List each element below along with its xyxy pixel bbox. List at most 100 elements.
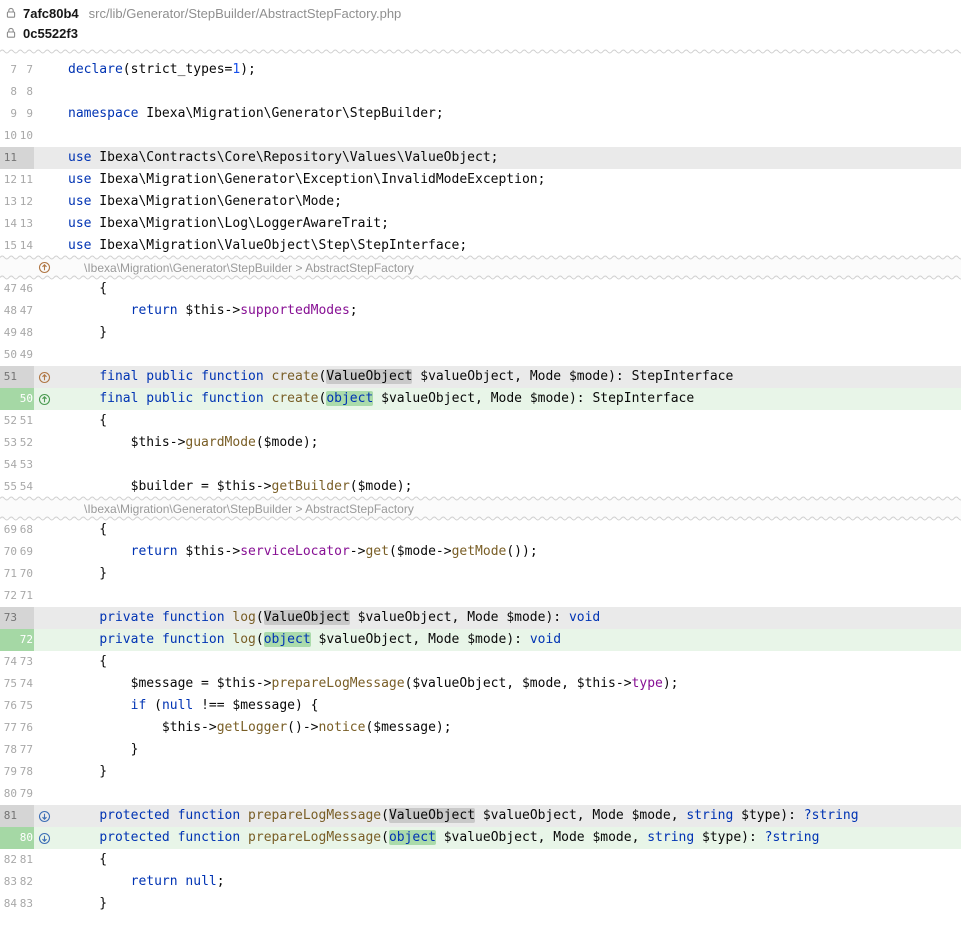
diff-code-row[interactable]: 51 final public function create(ValueObj… <box>0 366 961 388</box>
code-line[interactable] <box>64 81 961 103</box>
diff-code-row[interactable]: 7271 <box>0 585 961 607</box>
diff-code-row[interactable]: 50 final public function create(object $… <box>0 388 961 410</box>
code-line[interactable] <box>64 585 961 607</box>
old-line-number: 47 <box>2 278 17 300</box>
line-number-gutter: 4847 <box>0 300 34 322</box>
diff-code-row[interactable]: 11use Ibexa\Contracts\Core\Repository\Va… <box>0 147 961 169</box>
code-line[interactable]: use Ibexa\Migration\Generator\Mode; <box>64 191 961 213</box>
diff-code-row[interactable]: 6968 { <box>0 519 961 541</box>
diff-code-row[interactable]: 7069 return $this->serviceLocator->get($… <box>0 541 961 563</box>
code-line[interactable]: $message = $this->prepareLogMessage($val… <box>64 673 961 695</box>
diff-code-row[interactable]: 7877 } <box>0 739 961 761</box>
collapsed-region-separator[interactable]: \Ibexa\Migration\Generator\StepBuilder >… <box>0 498 961 519</box>
code-line[interactable]: } <box>64 322 961 344</box>
diff-code-row[interactable]: 8382 return null; <box>0 871 961 893</box>
code-line[interactable]: declare(strict_types=1); <box>64 59 961 81</box>
code-token: return <box>131 874 178 889</box>
diff-code-row[interactable]: 5352 $this->guardMode($mode); <box>0 432 961 454</box>
gutter-icon-slot <box>34 81 64 103</box>
code-line[interactable]: { <box>64 519 961 541</box>
row-body: } <box>34 761 961 783</box>
code-line[interactable]: } <box>64 563 961 585</box>
code-line[interactable]: } <box>64 893 961 915</box>
diff-code-row[interactable]: 8281 { <box>0 849 961 871</box>
row-body: protected function prepareLogMessage(obj… <box>34 827 961 849</box>
diff-code-row[interactable]: 1413use Ibexa\Migration\Log\LoggerAwareT… <box>0 213 961 235</box>
code-line[interactable]: namespace Ibexa\Migration\Generator\Step… <box>64 103 961 125</box>
diff-code-row[interactable]: 1010 <box>0 125 961 147</box>
diff-code-row[interactable]: 8483 } <box>0 893 961 915</box>
diff-editor[interactable]: 77declare(strict_types=1);8899namespace … <box>0 59 961 915</box>
code-line[interactable]: return null; <box>64 871 961 893</box>
diff-code-row[interactable]: 5453 <box>0 454 961 476</box>
code-line[interactable] <box>64 344 961 366</box>
code-line[interactable]: use Ibexa\Migration\Log\LoggerAwareTrait… <box>64 213 961 235</box>
code-line[interactable]: private function log(object $valueObject… <box>64 629 961 651</box>
code-token: prepareLogMessage <box>248 808 381 823</box>
code-token: ); <box>240 62 256 77</box>
code-line[interactable]: use Ibexa\Contracts\Core\Repository\Valu… <box>64 147 961 169</box>
diff-code-row[interactable]: 73 private function log(ValueObject $val… <box>0 607 961 629</box>
overridden-method-gutter-icon[interactable] <box>38 810 51 823</box>
diff-code-row[interactable]: 81 protected function prepareLogMessage(… <box>0 805 961 827</box>
line-number-gutter: 7170 <box>0 563 34 585</box>
diff-code-row[interactable]: 99namespace Ibexa\Migration\Generator\St… <box>0 103 961 125</box>
override-method-gutter-icon[interactable] <box>38 371 51 384</box>
diff-code-row[interactable]: 7978 } <box>0 761 961 783</box>
file-path: src/lib/Generator/StepBuilder/AbstractSt… <box>89 6 402 21</box>
line-number-gutter: 4746 <box>0 278 34 300</box>
code-line[interactable]: } <box>64 739 961 761</box>
line-number-gutter: 7776 <box>0 717 34 739</box>
code-line[interactable]: return $this->supportedModes; <box>64 300 961 322</box>
diff-code-row[interactable]: 1312use Ibexa\Migration\Generator\Mode; <box>0 191 961 213</box>
diff-code-row[interactable]: 7170 } <box>0 563 961 585</box>
diff-code-row[interactable]: 7776 $this->getLogger()->notice($message… <box>0 717 961 739</box>
code-line[interactable]: $this->guardMode($mode); <box>64 432 961 454</box>
diff-code-row[interactable]: 4948 } <box>0 322 961 344</box>
diff-code-row[interactable]: 7574 $message = $this->prepareLogMessage… <box>0 673 961 695</box>
code-line[interactable]: if (null !== $message) { <box>64 695 961 717</box>
code-line[interactable]: final public function create(ValueObject… <box>64 366 961 388</box>
code-line[interactable]: protected function prepareLogMessage(Val… <box>64 805 961 827</box>
code-line[interactable]: final public function create(object $val… <box>64 388 961 410</box>
code-line[interactable] <box>64 783 961 805</box>
new-line-number: 10 <box>17 125 34 147</box>
override-method-gutter-icon[interactable] <box>38 261 51 274</box>
diff-code-row[interactable]: 4746 { <box>0 278 961 300</box>
code-line[interactable]: } <box>64 761 961 783</box>
code-line[interactable] <box>64 125 961 147</box>
code-line[interactable]: return $this->serviceLocator->get($mode-… <box>64 541 961 563</box>
diff-code-row[interactable]: 88 <box>0 81 961 103</box>
overridden-method-gutter-icon[interactable] <box>38 832 51 845</box>
gutter-icon-slot <box>34 410 64 432</box>
diff-code-row[interactable]: 1211use Ibexa\Migration\Generator\Except… <box>0 169 961 191</box>
new-line-number: 73 <box>17 651 34 673</box>
gutter-icon-slot <box>34 739 64 761</box>
code-line[interactable]: use Ibexa\Migration\Generator\Exception\… <box>64 169 961 191</box>
old-line-number <box>2 388 17 410</box>
diff-code-row[interactable]: 7675 if (null !== $message) { <box>0 695 961 717</box>
code-line[interactable]: { <box>64 410 961 432</box>
code-line[interactable]: { <box>64 849 961 871</box>
diff-code-row[interactable]: 80 protected function prepareLogMessage(… <box>0 827 961 849</box>
line-number-gutter: 7271 <box>0 585 34 607</box>
code-line[interactable]: { <box>64 651 961 673</box>
code-line[interactable]: $this->getLogger()->notice($message); <box>64 717 961 739</box>
code-line[interactable]: private function log(ValueObject $valueO… <box>64 607 961 629</box>
diff-code-row[interactable]: 4847 return $this->supportedModes; <box>0 300 961 322</box>
code-token: protected <box>99 808 169 823</box>
code-line[interactable]: { <box>64 278 961 300</box>
diff-code-row[interactable]: 5251 { <box>0 410 961 432</box>
override-method-gutter-icon[interactable] <box>38 393 51 406</box>
diff-code-row[interactable]: 72 private function log(object $valueObj… <box>0 629 961 651</box>
code-token: $valueObject, Mode $mode, <box>436 830 647 845</box>
line-number-gutter: 8281 <box>0 849 34 871</box>
diff-code-row[interactable]: 8079 <box>0 783 961 805</box>
collapsed-region-separator[interactable]: \Ibexa\Migration\Generator\StepBuilder >… <box>0 257 961 278</box>
code-line[interactable]: protected function prepareLogMessage(obj… <box>64 827 961 849</box>
code-token: log <box>232 632 255 647</box>
diff-code-row[interactable]: 7473 { <box>0 651 961 673</box>
diff-code-row[interactable]: 5049 <box>0 344 961 366</box>
diff-code-row[interactable]: 77declare(strict_types=1); <box>0 59 961 81</box>
code-line[interactable] <box>64 454 961 476</box>
